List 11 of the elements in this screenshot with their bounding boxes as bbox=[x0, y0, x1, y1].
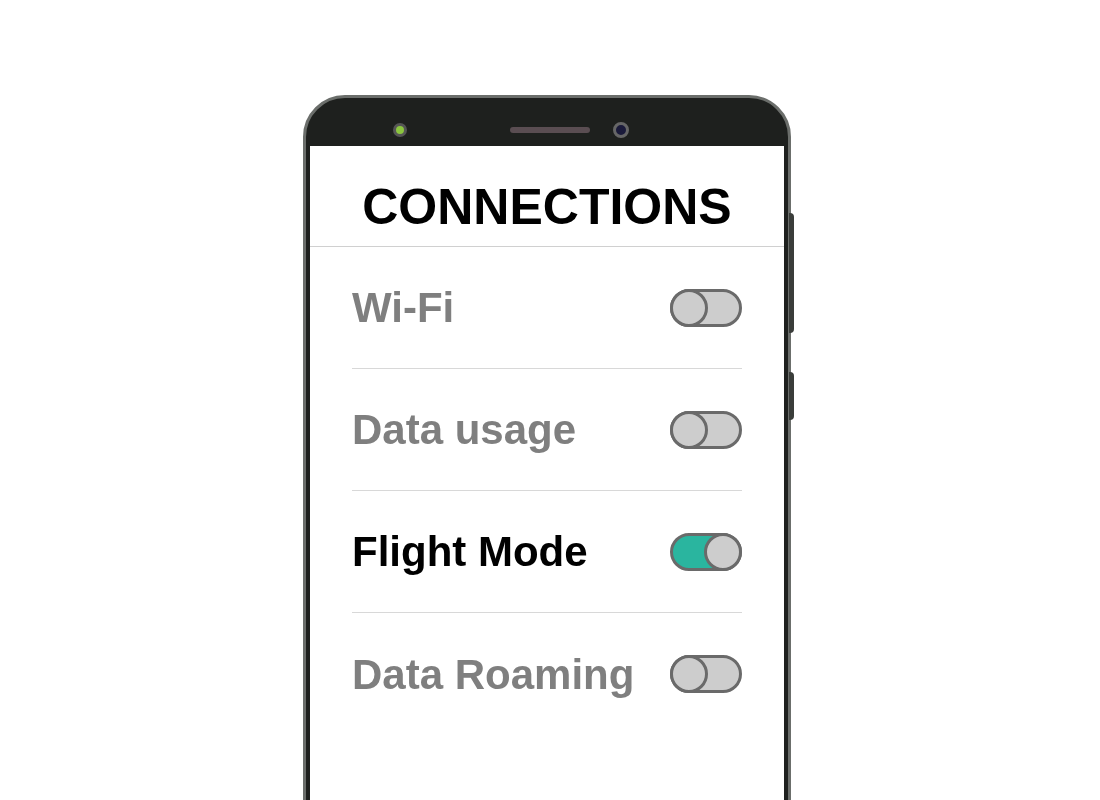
toggle-switch[interactable] bbox=[670, 655, 742, 693]
toggle-switch[interactable] bbox=[670, 288, 742, 327]
setting-label: Flight Mode bbox=[352, 527, 588, 577]
indicator-light-icon bbox=[393, 123, 407, 137]
toggle-switch[interactable] bbox=[670, 410, 742, 449]
camera-icon bbox=[613, 122, 629, 138]
setting-label: Wi-Fi bbox=[352, 283, 455, 333]
screen-title: CONNECTIONS bbox=[310, 146, 784, 247]
setting-label: Data usage bbox=[352, 405, 577, 455]
setting-label: Data Roaming bbox=[352, 649, 635, 700]
toggle-switch[interactable] bbox=[670, 532, 742, 571]
